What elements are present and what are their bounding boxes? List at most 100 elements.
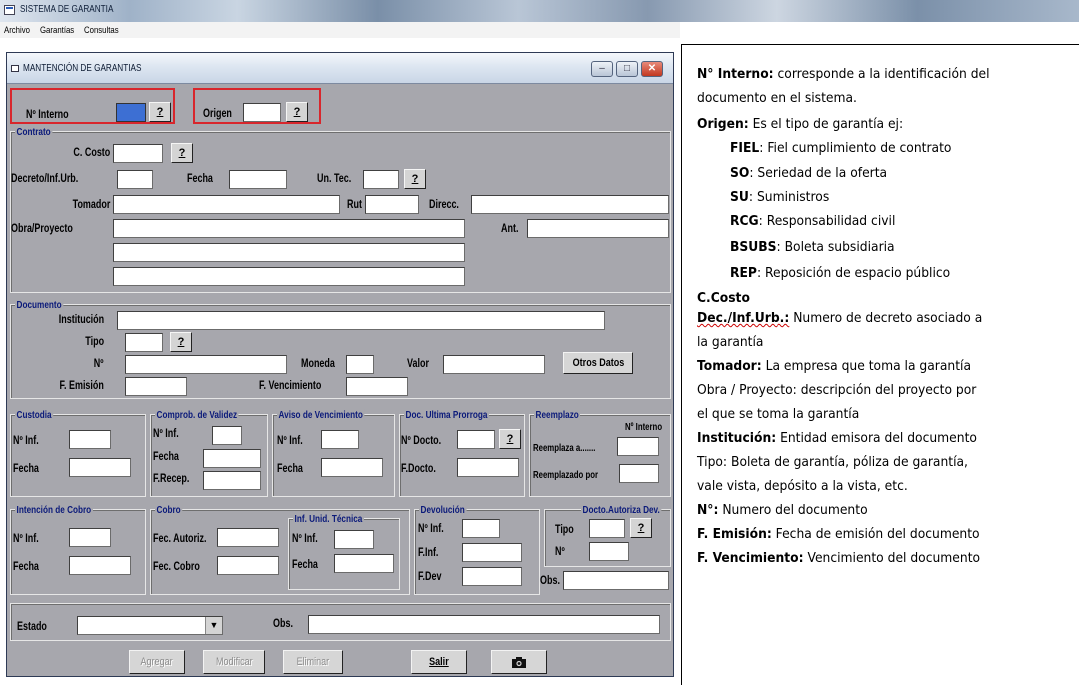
camera-icon	[512, 657, 526, 668]
reemplazo-title: Reemplazo	[534, 409, 581, 421]
valor-input[interactable]	[443, 355, 545, 374]
prorroga-help-button[interactable]: ?	[499, 429, 521, 449]
chevron-down-icon[interactable]: ▼	[205, 617, 222, 634]
moneda-input[interactable]	[346, 355, 374, 374]
aviso-inf-label: Nº Inf.	[277, 435, 303, 447]
minimize-button[interactable]: –	[591, 61, 613, 77]
otros-datos-button[interactable]: Otros Datos	[563, 352, 633, 374]
interno-input[interactable]	[116, 103, 146, 122]
custodia-inf-input[interactable]	[69, 430, 111, 449]
autoriza-no-input[interactable]	[589, 542, 629, 561]
cobro-title: Cobro	[155, 504, 183, 516]
valor-label: Valor	[407, 358, 429, 370]
reemplazado-input[interactable]	[619, 464, 659, 483]
note-line: el que se toma la garantía	[697, 407, 860, 422]
comprob-recep-input[interactable]	[203, 471, 261, 490]
autoriza-help-button[interactable]: ?	[630, 518, 652, 538]
contrato-title: Contrato	[15, 126, 53, 138]
un-tec-input[interactable]	[363, 170, 399, 189]
origen-help-button[interactable]: ?	[286, 102, 308, 122]
note-line: N° Interno: corresponde a la identificac…	[697, 67, 990, 82]
estado-label: Estado	[17, 621, 47, 633]
fecha-input[interactable]	[229, 170, 287, 189]
estado-obs-input[interactable]	[308, 615, 660, 634]
aviso-fecha-label: Fecha	[277, 463, 303, 475]
autoriza-tipo-input[interactable]	[589, 519, 625, 538]
f-emision-label: F. Emisión	[59, 380, 104, 392]
inf-unid-inf-input[interactable]	[334, 530, 374, 549]
comprob-inf-input[interactable]	[212, 426, 242, 445]
estado-select[interactable]: ▼	[77, 616, 223, 635]
note-line: documento en el sistema.	[697, 91, 857, 106]
direcc-input[interactable]	[471, 195, 669, 214]
agregar-button[interactable]: Agregar	[129, 650, 185, 674]
camera-button[interactable]	[491, 650, 547, 674]
note-line: Institución: Entidad emisora del documen…	[697, 431, 977, 446]
close-button[interactable]: ✕	[641, 61, 663, 77]
interno-help-button[interactable]: ?	[149, 102, 171, 122]
note-line: Obra / Proyecto: descripción del proyect…	[697, 383, 977, 398]
origen-input[interactable]	[243, 103, 281, 122]
docto-autoriza-title: Docto.Autoriza Dev.	[581, 504, 662, 516]
un-tec-help-button[interactable]: ?	[404, 169, 426, 189]
maximize-button[interactable]: □	[616, 61, 638, 77]
aviso-inf-input[interactable]	[321, 430, 359, 449]
rut-label: Rut	[347, 199, 362, 211]
f-emision-input[interactable]	[125, 377, 187, 396]
custodia-title: Custodia	[15, 409, 54, 421]
institucion-input[interactable]	[117, 311, 605, 330]
obra-input-3[interactable]	[113, 267, 465, 286]
tomador-input[interactable]	[113, 195, 340, 214]
aviso-fecha-input[interactable]	[321, 458, 383, 477]
note-line: F. Emisión: Fecha de emisión del documen…	[697, 527, 980, 542]
autoriza-tipo-label: Tipo	[555, 524, 574, 536]
app-title-bar: SISTEMA DE GARANTIA	[0, 0, 1079, 22]
inf-unid-fecha-input[interactable]	[334, 554, 394, 573]
menu-consultas[interactable]: Consultas	[84, 25, 119, 36]
tipo-help-button[interactable]: ?	[170, 332, 192, 352]
tipo-input[interactable]	[125, 333, 163, 352]
prorroga-fdocto-input[interactable]	[457, 458, 519, 477]
obra-input-2[interactable]	[113, 243, 465, 262]
custodia-group	[10, 414, 146, 497]
note-line: Tomador: La empresa que toma la garantía	[697, 359, 972, 374]
comprob-fecha-input[interactable]	[203, 449, 261, 468]
note-line: REP: Reposición de espacio público	[730, 266, 951, 281]
obra-input-1[interactable]	[113, 219, 465, 238]
comprob-fecha-label: Fecha	[153, 451, 179, 463]
prorroga-group	[399, 414, 525, 497]
custodia-fecha-input[interactable]	[69, 458, 131, 477]
menu-garantias[interactable]: Garantías	[40, 25, 74, 36]
reemplaza-input[interactable]	[617, 437, 659, 456]
dev-fdev-input[interactable]	[462, 567, 522, 586]
intencion-fecha-input[interactable]	[69, 556, 131, 575]
eliminar-button[interactable]: Eliminar	[283, 650, 343, 674]
note-line: FIEL: Fiel cumplimiento de contrato	[730, 141, 952, 156]
cobro-autoriz-input[interactable]	[217, 528, 279, 547]
salir-button[interactable]: Salir	[411, 650, 467, 674]
window-title-bar: MANTENCIÓN DE GARANTIAS – □ ✕	[7, 53, 673, 84]
note-line: Dec./Inf.Urb.: Numero de decreto asociad…	[697, 311, 983, 326]
intencion-fecha-label: Fecha	[13, 561, 39, 573]
dev-obs-input[interactable]	[563, 571, 669, 590]
reemplaza-label: Reemplaza a.......	[533, 443, 596, 454]
doc-no-input[interactable]	[125, 355, 287, 374]
prorroga-docto-input[interactable]	[457, 430, 495, 449]
modificar-button[interactable]: Modificar	[203, 650, 265, 674]
c-costo-input[interactable]	[113, 144, 163, 163]
dev-inf-input[interactable]	[462, 519, 500, 538]
decreto-input[interactable]	[117, 170, 153, 189]
note-line: BSUBS: Boleta subsidiaria	[730, 240, 895, 255]
rut-input[interactable]	[365, 195, 419, 214]
menu-archivo[interactable]: Archivo	[4, 25, 30, 36]
cobro-autoriz-label: Fec. Autoriz.	[153, 533, 207, 545]
dev-finf-input[interactable]	[462, 543, 522, 562]
origen-label: Origen	[203, 108, 232, 120]
intencion-inf-input[interactable]	[69, 528, 111, 547]
c-costo-help-button[interactable]: ?	[171, 143, 193, 163]
cobro-fcobro-input[interactable]	[217, 556, 279, 575]
window-title: MANTENCIÓN DE GARANTIAS	[23, 63, 142, 74]
f-vencimiento-input[interactable]	[346, 377, 408, 396]
ant-input[interactable]	[527, 219, 669, 238]
note-line: la garantía	[697, 335, 764, 350]
